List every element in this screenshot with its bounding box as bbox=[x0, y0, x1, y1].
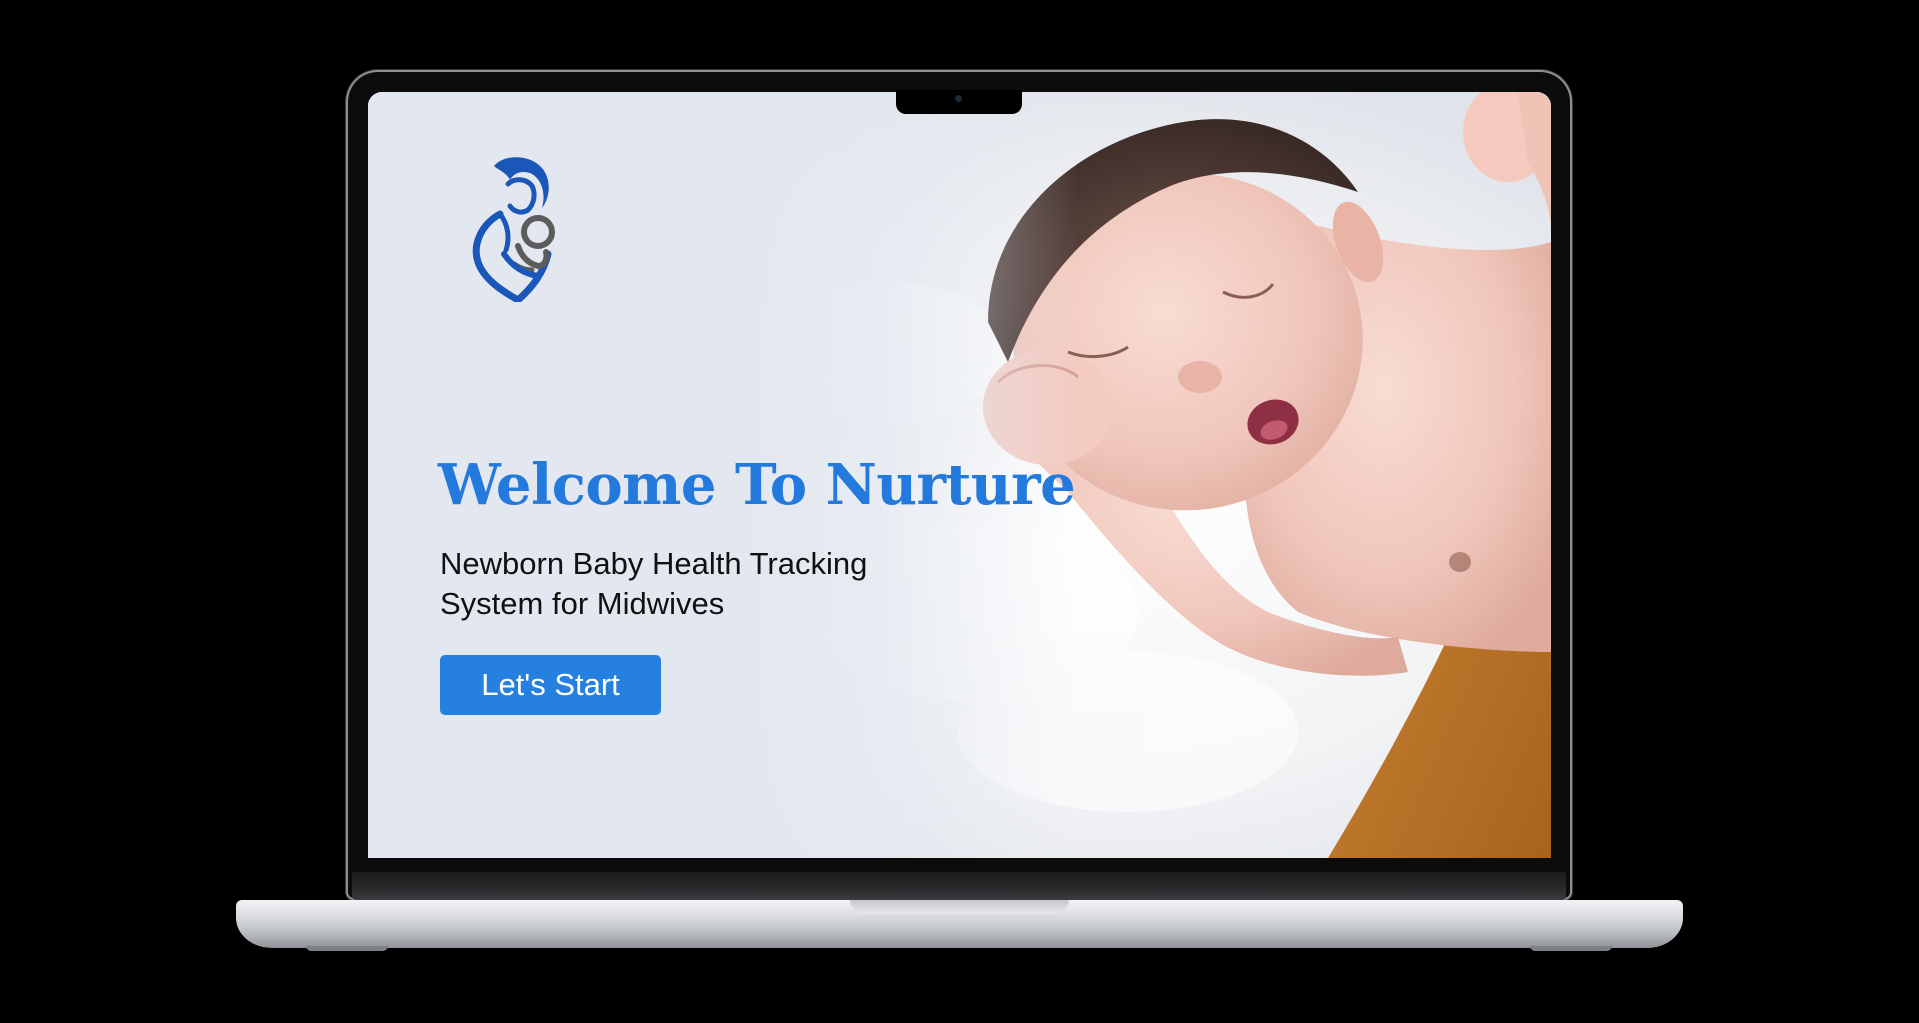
page-title: Welcome To Nurture bbox=[438, 452, 1076, 518]
camera-icon bbox=[955, 95, 962, 102]
laptop-hinge bbox=[352, 872, 1566, 900]
mother-and-baby-logo-icon bbox=[464, 154, 564, 305]
laptop-foot-left bbox=[306, 946, 388, 951]
laptop-mockup-stage: Welcome To Nurture Newborn Baby Health T… bbox=[0, 0, 1919, 1023]
laptop-opening-notch bbox=[850, 900, 1069, 914]
laptop-foot-right bbox=[1530, 946, 1612, 951]
lets-start-button[interactable]: Let's Start bbox=[440, 655, 661, 715]
screen-notch bbox=[896, 90, 1022, 114]
page-subtitle: Newborn Baby Health Tracking System for … bbox=[440, 546, 868, 621]
laptop-screen: Welcome To Nurture Newborn Baby Health T… bbox=[368, 92, 1551, 858]
